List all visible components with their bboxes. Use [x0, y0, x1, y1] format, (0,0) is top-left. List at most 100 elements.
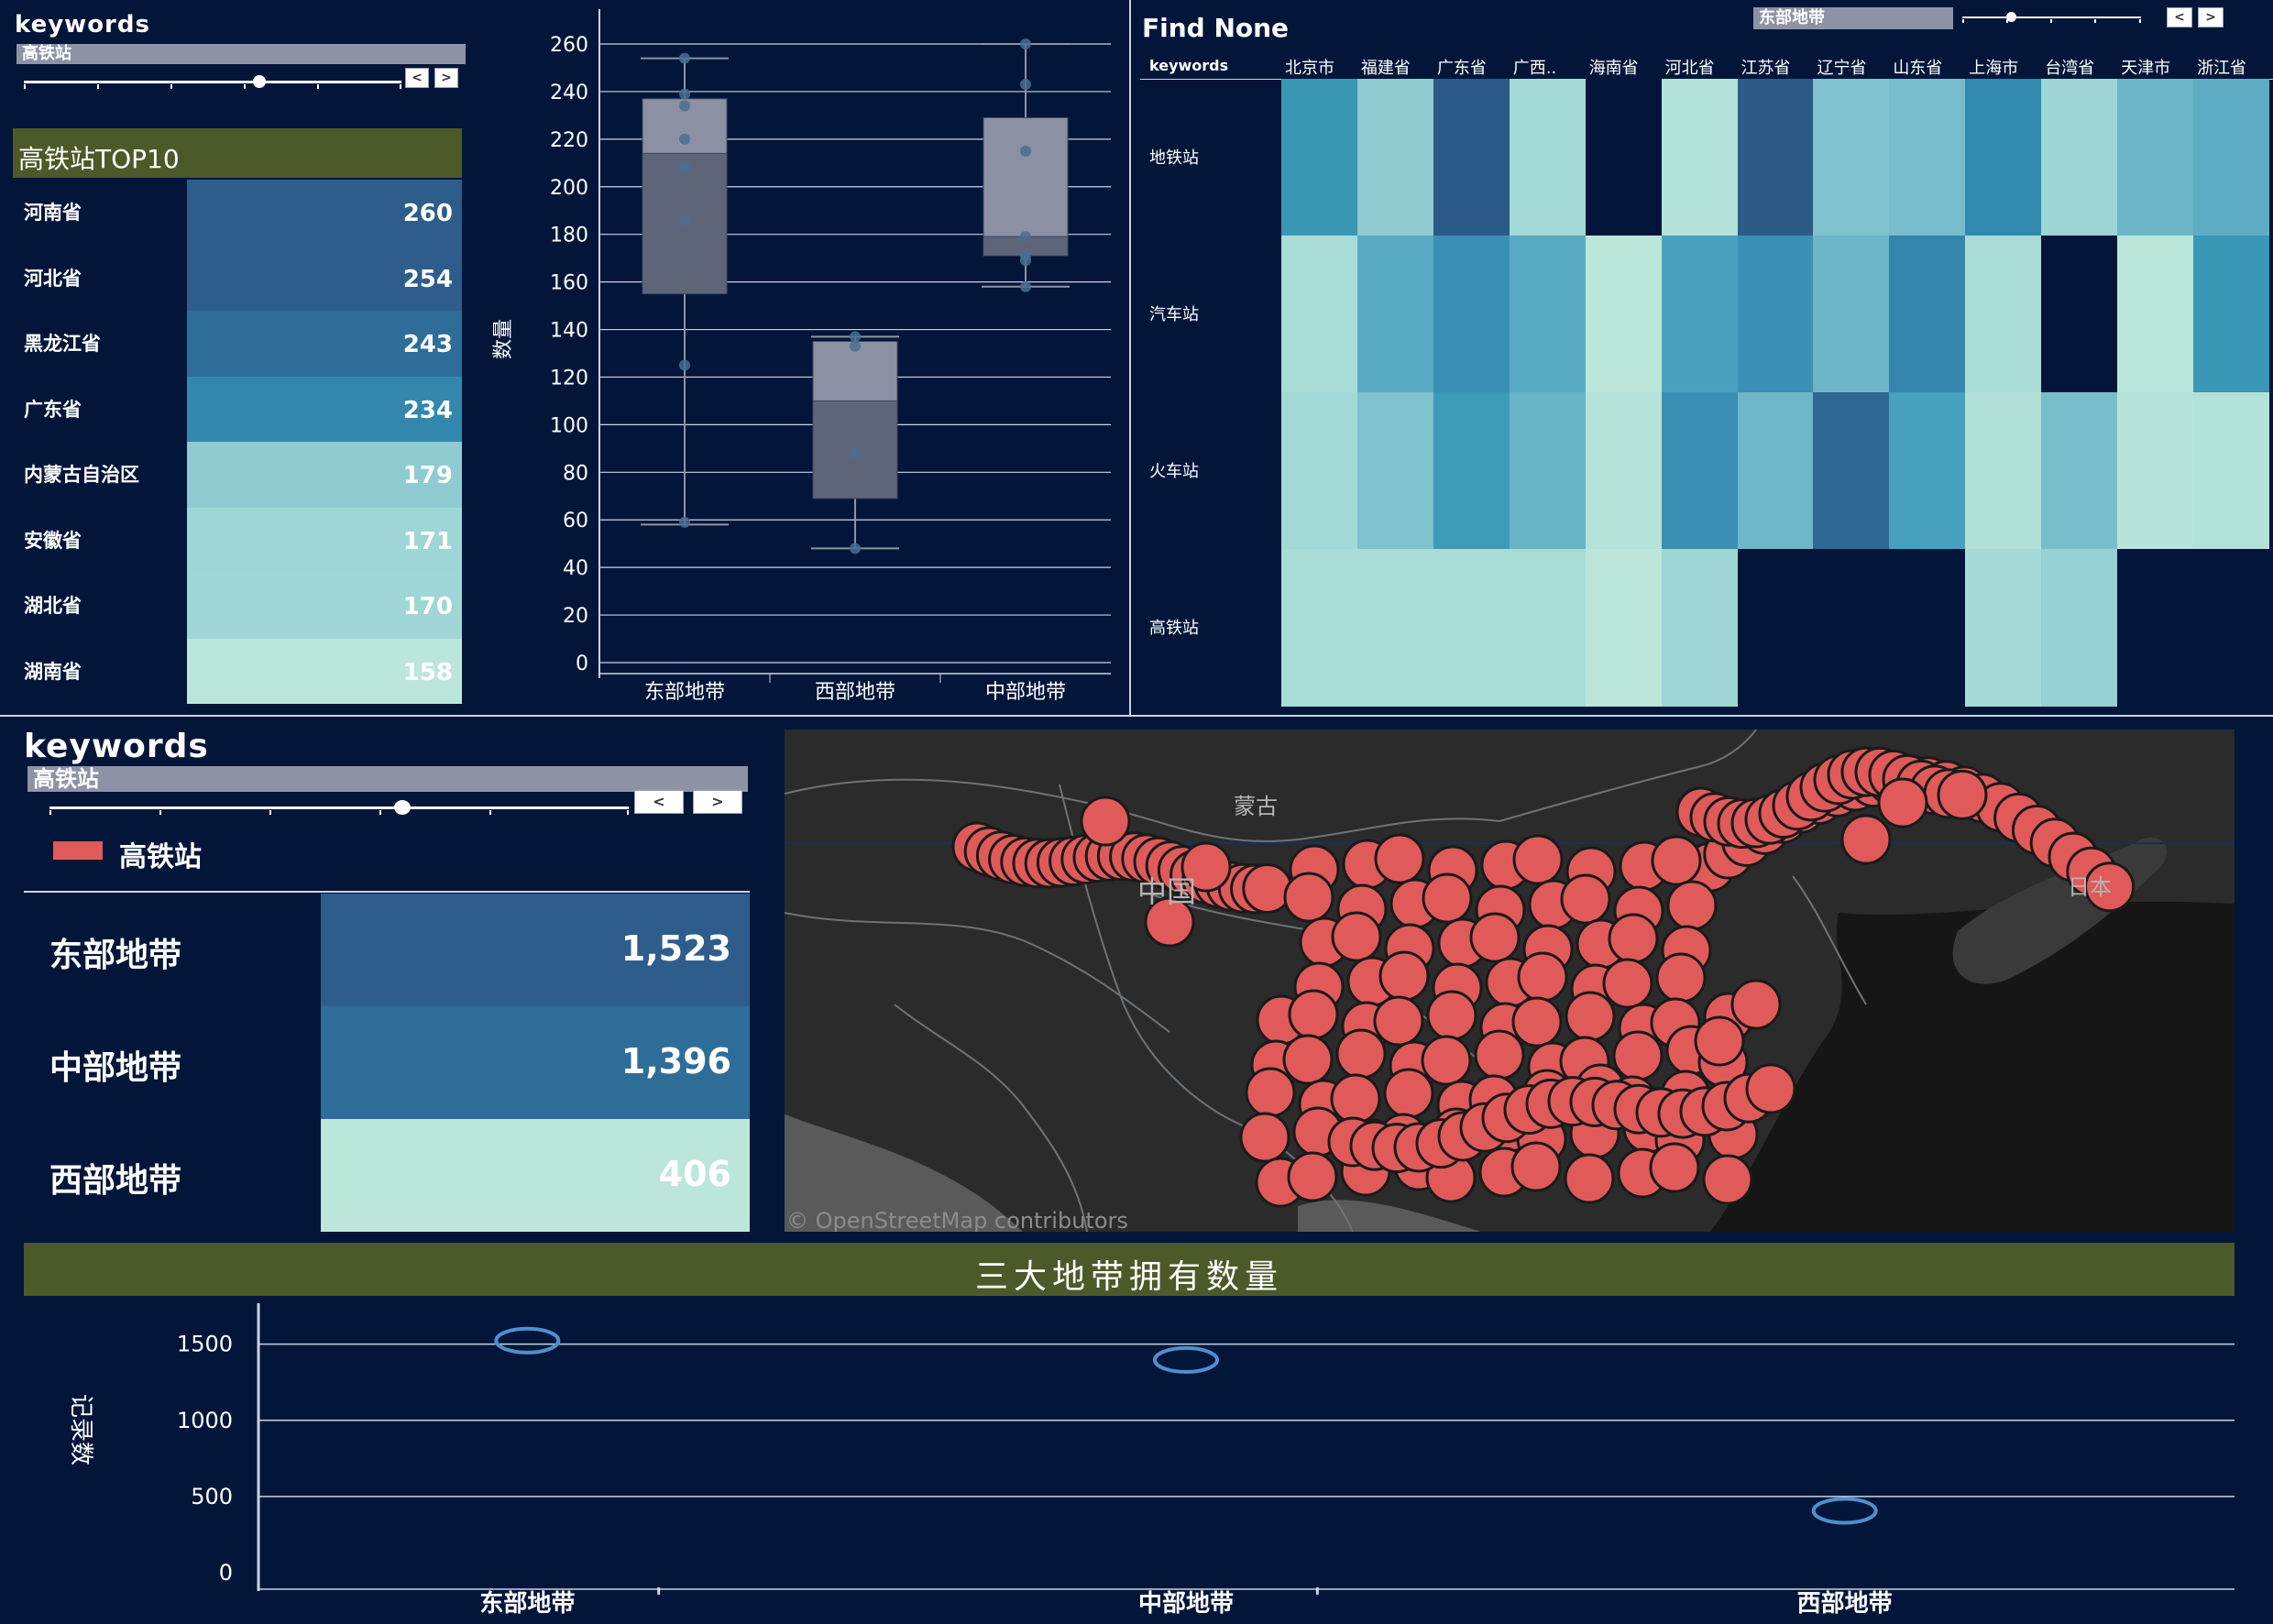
prev-button[interactable]: <: [634, 790, 684, 814]
heatmap-cell[interactable]: [1585, 236, 1663, 393]
heatmap-cell[interactable]: [1433, 392, 1510, 550]
next-button[interactable]: >: [434, 68, 458, 88]
heatmap-cell[interactable]: [1661, 79, 1739, 236]
box-upper: [983, 116, 1069, 237]
value-cell: 260: [187, 180, 462, 246]
heatmap-cell[interactable]: [2041, 549, 2118, 707]
box-2[interactable]: [811, 331, 899, 554]
heatmap-cell[interactable]: [1356, 236, 1434, 393]
heatmap-cell[interactable]: [2117, 549, 2194, 707]
box-3[interactable]: [982, 38, 1070, 292]
top10-row[interactable]: 河南省 260: [13, 180, 462, 246]
next-button[interactable]: >: [693, 790, 742, 814]
heatmap-cell[interactable]: [1585, 392, 1663, 550]
keywords-filter-bottom: keywords 高铁站 < > 高铁站: [20, 724, 753, 889]
heatmap-cell[interactable]: [1433, 79, 1510, 236]
heatmap-cell[interactable]: [1661, 236, 1739, 393]
top10-row[interactable]: 黑龙江省 243: [13, 311, 462, 377]
zones-divider: [24, 891, 750, 893]
top10-row[interactable]: 内蒙古自治区 179: [13, 442, 462, 508]
data-point[interactable]: [1153, 1345, 1219, 1374]
top10-row[interactable]: 广东省 234: [13, 376, 462, 442]
heatmap-cell[interactable]: [1737, 236, 1814, 393]
heatmap-column-label: 北京市: [1285, 59, 1334, 78]
heatmap-cell[interactable]: [1281, 392, 1358, 550]
heatmap-cell[interactable]: [2193, 549, 2270, 707]
top10-header: 高铁站TOP10: [13, 128, 462, 178]
heatmap-cell[interactable]: [1813, 79, 1890, 236]
filter-slider[interactable]: [49, 797, 629, 819]
heatmap-cell[interactable]: [2117, 236, 2194, 393]
heatmap-cell[interactable]: [1813, 392, 1890, 550]
heatmap-cell[interactable]: [1356, 549, 1434, 707]
heatmap-cell[interactable]: [1509, 549, 1587, 707]
province-value: 170: [402, 593, 453, 620]
heatmap-cell[interactable]: [1965, 236, 2042, 393]
heatmap-cell[interactable]: [1585, 79, 1663, 236]
zone-row[interactable]: 中部地带 1,396: [24, 1006, 750, 1119]
top10-row[interactable]: 安徽省 171: [13, 507, 462, 573]
heatmap-cell[interactable]: [2041, 79, 2118, 236]
province-name: 河南省: [24, 202, 82, 224]
data-point: [679, 88, 690, 100]
slider-knob[interactable]: [394, 800, 411, 815]
heatmap-cell[interactable]: [2117, 79, 2194, 236]
heatmap-column-label: 台湾省: [2045, 59, 2095, 78]
heatmap-cell[interactable]: [1813, 549, 1890, 707]
heatmap-cell[interactable]: [2117, 392, 2194, 550]
heatmap-cell[interactable]: [2041, 236, 2118, 393]
heatmap-cell[interactable]: [1585, 549, 1663, 707]
heatmap-cell[interactable]: [1281, 549, 1358, 707]
heatmap-cell[interactable]: [1509, 79, 1587, 236]
heatmap-cell[interactable]: [1813, 236, 1890, 393]
filter-slider[interactable]: [24, 73, 401, 92]
heatmap-cell[interactable]: [1661, 392, 1739, 550]
heatmap-cell[interactable]: [2193, 236, 2270, 393]
province-name: 湖北省: [24, 595, 82, 617]
zone-row[interactable]: 东部地带 1,523: [24, 894, 750, 1006]
heatmap-cell[interactable]: [1737, 392, 1814, 550]
heatmap-cell[interactable]: [1356, 392, 1434, 550]
heatmap-cell[interactable]: [1965, 79, 2042, 236]
filter-value[interactable]: 高铁站: [27, 766, 748, 792]
heatmap-cell[interactable]: [1965, 392, 2042, 550]
heatmap-cell[interactable]: [1737, 549, 1814, 707]
data-point[interactable]: [1811, 1497, 1878, 1525]
heatmap-cell[interactable]: [1356, 79, 1434, 236]
data-point: [850, 340, 861, 352]
data-point[interactable]: [494, 1326, 561, 1355]
heatmap-cell[interactable]: [2193, 79, 2270, 236]
legend-label: 高铁站: [119, 841, 202, 873]
heatmap-cell[interactable]: [1281, 79, 1358, 236]
heatmap-cell[interactable]: [1889, 79, 1966, 236]
prev-button[interactable]: <: [405, 68, 429, 88]
heatmap-cell[interactable]: [1889, 236, 1966, 393]
heatmap-cell[interactable]: [1433, 236, 1510, 393]
y-axis-label: 数量: [492, 319, 515, 359]
top10-row[interactable]: 湖北省 170: [13, 573, 462, 639]
heatmap-cell[interactable]: [1965, 549, 2042, 707]
top10-row[interactable]: 湖南省 158: [13, 638, 462, 704]
heatmap-cell[interactable]: [1889, 392, 1966, 550]
heatmap-cell[interactable]: [2193, 392, 2270, 550]
zone-row[interactable]: 西部地带 406: [24, 1119, 750, 1232]
heatmap-cell[interactable]: [2041, 392, 2118, 550]
data-point: [1020, 145, 1031, 157]
data-point: [850, 447, 861, 459]
bottom-chart: 0 500 1000 1500 记录数东部地带 中部地带 西部地带: [67, 1303, 2235, 1618]
heatmap-cell[interactable]: [1661, 549, 1739, 707]
top10-row[interactable]: 河北省 254: [13, 245, 462, 311]
heatmap-cell[interactable]: [1281, 236, 1358, 393]
heatmap-cell[interactable]: [1889, 549, 1966, 707]
map-panel[interactable]: 蒙古 中国 日本 © OpenStreetMap contributors: [785, 730, 2235, 1232]
box-1[interactable]: [641, 52, 729, 528]
heatmap-cell[interactable]: [1509, 236, 1587, 393]
filter-value[interactable]: 高铁站: [16, 44, 466, 64]
heatmap-cell[interactable]: [1433, 549, 1510, 707]
value-cell: 179: [187, 442, 462, 508]
heatmap-cell[interactable]: [1509, 392, 1587, 550]
heatmap-cell[interactable]: [1737, 79, 1814, 236]
bottom-chart-title: 三大地带拥有数量: [974, 1258, 1283, 1296]
zone-value-cell: 1,396: [321, 1006, 750, 1119]
slider-knob[interactable]: [253, 75, 266, 88]
